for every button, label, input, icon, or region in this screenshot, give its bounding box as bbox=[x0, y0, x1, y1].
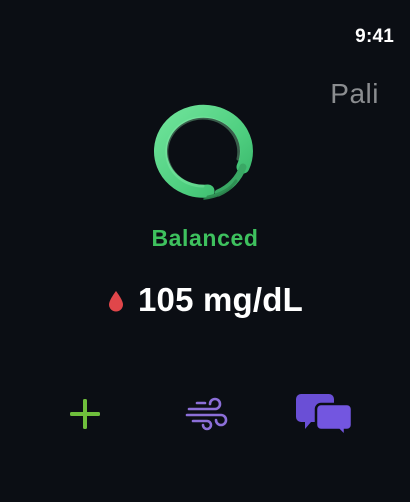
chat-button[interactable] bbox=[293, 388, 357, 440]
glucose-value: 105 mg/dL bbox=[137, 281, 303, 318]
status-bar-time: 9:41 bbox=[355, 26, 394, 47]
blood-drop-icon bbox=[108, 291, 123, 312]
app-name: Pali bbox=[330, 78, 379, 109]
glucose-state-label: Balanced bbox=[151, 225, 259, 251]
wind-icon bbox=[185, 397, 228, 431]
chat-bubbles-icon bbox=[296, 394, 354, 438]
plus-icon bbox=[70, 399, 100, 429]
glucose-reading: 105 mg/dL bbox=[0, 281, 410, 319]
breathe-button[interactable] bbox=[175, 388, 239, 440]
status-ring bbox=[148, 101, 262, 211]
add-button[interactable] bbox=[53, 388, 117, 440]
enso-ring-icon bbox=[154, 104, 253, 200]
